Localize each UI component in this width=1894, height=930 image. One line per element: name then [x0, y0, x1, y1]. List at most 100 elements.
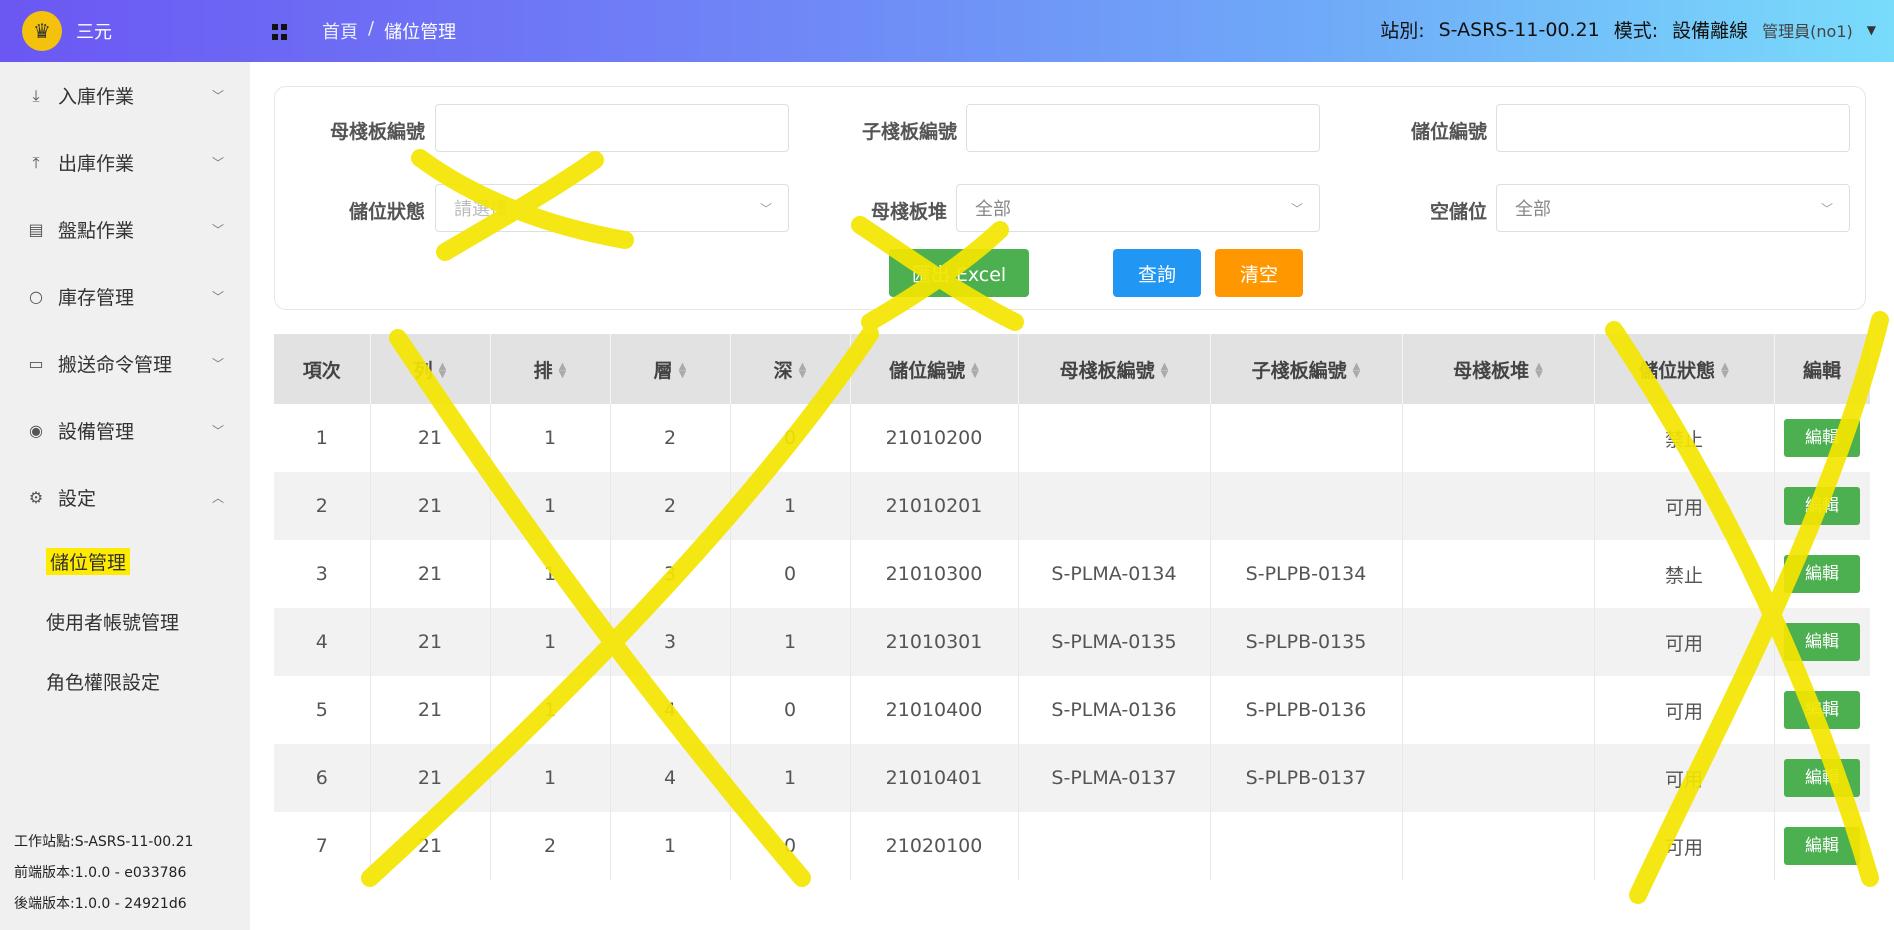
location-no-input[interactable] — [1496, 104, 1850, 152]
sort-icon[interactable]: ▲ ▼ — [1353, 362, 1361, 380]
cell-location-no: 21010201 — [850, 472, 1019, 540]
sort-icon[interactable]: ▲ ▼ — [439, 362, 447, 380]
cell-mother-board-no: S-PLMA-0135 — [1018, 608, 1211, 676]
cell-location-status: 禁止 — [1594, 404, 1775, 472]
table-row: 6 21 1 4 1 21010401 S-PLMA-0137 S-PLPB-0137 可用 編輯 — [274, 744, 1870, 812]
breadcrumb-current: 儲位管理 — [384, 22, 457, 43]
sidebar-item-stock[interactable]: ○ 庫存管理 ﹀ — [0, 263, 250, 330]
sort-icon[interactable]: ▲ ▼ — [799, 362, 807, 380]
cell-location-status: 可用 — [1594, 676, 1775, 744]
sidebar-item-settings[interactable]: ⚙ 設定 ︿ — [0, 464, 250, 531]
chevron-down-icon: ﹀ — [1290, 201, 1303, 216]
app-logo-icon[interactable]: ♛ — [22, 11, 62, 51]
edit-button[interactable]: 編輯 — [1784, 759, 1860, 797]
child-board-no-label: 子棧板編號 — [861, 121, 957, 143]
cell-depth: 1 — [730, 608, 851, 676]
cell-location-no: 21020100 — [850, 812, 1019, 880]
breadcrumb-home[interactable]: 首頁 — [322, 18, 358, 44]
sidebar-sub-users[interactable]: 使用者帳號管理 — [0, 591, 250, 651]
cell-edit: 編輯 — [1774, 540, 1870, 608]
sidebar-sub-label: 使用者帳號管理 — [46, 611, 180, 634]
apps-grid-icon[interactable] — [272, 24, 288, 40]
user-caret-icon[interactable]: ▼ — [1867, 23, 1876, 37]
document-icon: ▤ — [28, 220, 44, 239]
cell-level: 3 — [610, 540, 731, 608]
cell-location-status: 可用 — [1594, 608, 1775, 676]
sidebar-item-transport[interactable]: ▭ 搬送命令管理 ﹀ — [0, 330, 250, 397]
column-header-level[interactable]: 層 ▲ ▼ — [610, 334, 731, 404]
sidebar-sub-location[interactable]: 儲位管理 — [0, 531, 250, 591]
column-header-depth[interactable]: 深 ▲ ▼ — [730, 334, 851, 404]
sort-icon[interactable]: ▲ ▼ — [1535, 362, 1543, 380]
cell-mother-board-no: S-PLMA-0136 — [1018, 676, 1211, 744]
edit-button[interactable]: 編輯 — [1784, 555, 1860, 593]
sidebar-sub-label: 角色權限設定 — [46, 671, 161, 694]
table-header-row: 項次 列 ▲ ▼ 排 ▲ ▼ 層 ▲ ▼ 深 ▲ ▼ 儲位編號 ▲ ▼ 母棧板編號 ▲ ▼ 子棧板編號 ▲… — [274, 334, 1870, 404]
cell-index: 1 — [274, 404, 371, 472]
sort-icon[interactable]: ▲ ▼ — [1721, 362, 1729, 380]
sidebar-item-device[interactable]: ◉ 設備管理 ﹀ — [0, 397, 250, 464]
column-header-bay[interactable]: 排 ▲ ▼ — [490, 334, 611, 404]
top-header: ♛ 三元 首頁 / 儲位管理 站別: S-ASRS-11-00.21 模式: 設… — [0, 0, 1894, 62]
column-header-row[interactable]: 列 ▲ ▼ — [370, 334, 491, 404]
edit-button[interactable]: 編輯 — [1784, 691, 1860, 729]
cell-index: 7 — [274, 812, 371, 880]
backend-version: 後端版本:1.0.0 - 24921d6 — [14, 896, 187, 912]
cell-index: 3 — [274, 540, 371, 608]
sidebar-sub-roles[interactable]: 角色權限設定 — [0, 651, 250, 711]
upload-icon: ⤒ — [32, 152, 40, 172]
empty-location-select[interactable]: 全部 ﹀ — [1496, 184, 1850, 232]
sidebar-item-label: 入庫作業 — [58, 86, 135, 108]
column-header-child-board-no[interactable]: 子棧板編號 ▲ ▼ — [1210, 334, 1403, 404]
mother-board-no-input[interactable] — [435, 104, 789, 152]
sidebar-item-label: 設備管理 — [58, 421, 135, 443]
column-header-mother-board-stack[interactable]: 母棧板堆 ▲ ▼ — [1402, 334, 1595, 404]
cell-depth: 0 — [730, 404, 851, 472]
child-board-no-input[interactable] — [966, 104, 1320, 152]
cell-child-board-no: S-PLPB-0135 — [1210, 608, 1403, 676]
table-row: 3 21 1 3 0 21010300 S-PLMA-0134 S-PLPB-0134 禁止 編輯 — [274, 540, 1870, 608]
table-row: 4 21 1 3 1 21010301 S-PLMA-0135 S-PLPB-0135 可用 編輯 — [274, 608, 1870, 676]
cell-mother-board-no — [1018, 472, 1211, 540]
column-header-location-status[interactable]: 儲位狀態 ▲ ▼ — [1594, 334, 1775, 404]
sidebar-item-inventory-count[interactable]: ▤ 盤點作業 ﹀ — [0, 196, 250, 263]
sort-icon[interactable]: ▲ ▼ — [971, 362, 979, 380]
edit-button[interactable]: 編輯 — [1784, 623, 1860, 661]
cell-row: 21 — [370, 812, 491, 880]
sort-icon[interactable]: ▲ ▼ — [1161, 362, 1169, 380]
sort-icon[interactable]: ▲ ▼ — [679, 362, 687, 380]
cell-child-board-no — [1210, 404, 1403, 472]
clear-button[interactable]: 清空 — [1215, 249, 1303, 297]
user-menu[interactable]: 管理員(no1) — [1762, 18, 1853, 42]
filter-panel: 母棧板編號 子棧板編號 儲位編號 儲位狀態 請選擇 ﹀ 母棧板堆 全部 ﹀ 空儲… — [274, 86, 1866, 310]
cell-level: 4 — [610, 676, 731, 744]
cell-depth: 0 — [730, 676, 851, 744]
edit-button[interactable]: 編輯 — [1784, 419, 1860, 457]
location-status-select[interactable]: 請選擇 ﹀ — [435, 184, 789, 232]
search-icon: ○ — [29, 287, 43, 306]
cell-mother-board-stack — [1402, 472, 1595, 540]
sidebar-item-inbound[interactable]: ⤓ 入庫作業 ﹀ — [0, 62, 250, 129]
edit-button[interactable]: 編輯 — [1784, 827, 1860, 865]
edit-button[interactable]: 編輯 — [1784, 487, 1860, 525]
mother-board-stack-select[interactable]: 全部 ﹀ — [956, 184, 1320, 232]
cell-level: 4 — [610, 744, 731, 812]
cell-depth: 0 — [730, 540, 851, 608]
sort-icon[interactable]: ▲ ▼ — [559, 362, 567, 380]
query-button[interactable]: 查詢 — [1113, 249, 1201, 297]
cell-mother-board-stack — [1402, 608, 1595, 676]
cell-bay: 1 — [490, 404, 611, 472]
column-header-location-no[interactable]: 儲位編號 ▲ ▼ — [850, 334, 1019, 404]
sidebar-item-outbound[interactable]: ⤒ 出庫作業 ﹀ — [0, 129, 250, 196]
cell-mother-board-no: S-PLMA-0134 — [1018, 540, 1211, 608]
cell-mother-board-stack — [1402, 812, 1595, 880]
chevron-down-icon: ﹀ — [211, 290, 224, 304]
station-value: S-ASRS-11-00.21 — [1438, 18, 1600, 41]
location-table: 項次 列 ▲ ▼ 排 ▲ ▼ 層 ▲ ▼ 深 ▲ ▼ 儲位編號 ▲ ▼ 母棧板編號 ▲ ▼ 子棧板編號 ▲… — [274, 334, 1870, 930]
version-info: 工作站點:S-ASRS-11-00.21 前端版本:1.0.0 - e03378… — [14, 827, 193, 920]
column-header-mother-board-no[interactable]: 母棧板編號 ▲ ▼ — [1018, 334, 1211, 404]
cell-level: 3 — [610, 608, 731, 676]
chevron-down-icon: ﹀ — [211, 156, 224, 170]
cell-depth: 1 — [730, 472, 851, 540]
export-excel-button[interactable]: 匯出 Excel — [889, 249, 1029, 297]
